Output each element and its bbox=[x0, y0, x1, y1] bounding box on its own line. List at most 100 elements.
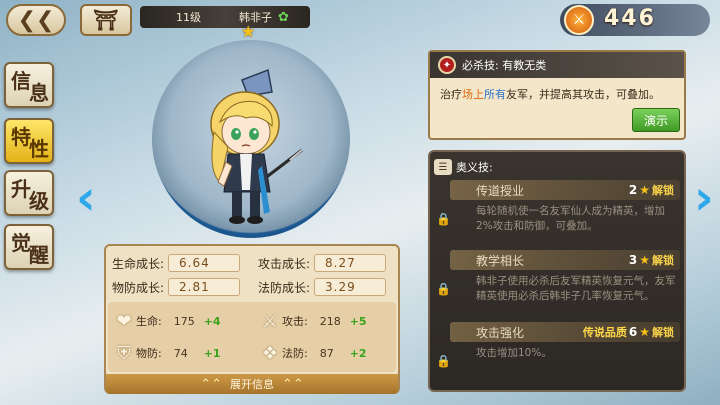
expand-info-button[interactable]: ⌃⌃ 展开信息 ⌃⌃ bbox=[106, 374, 398, 394]
unlock-label: 解锁 bbox=[652, 254, 674, 267]
hero-name-plate: 11级 韩非子 ✿ bbox=[140, 6, 310, 28]
unlock-quality-label: 传说品质 bbox=[582, 326, 627, 339]
tab-upgrade[interactable]: 升级 bbox=[4, 170, 54, 216]
attr-label: 法防: bbox=[282, 347, 308, 360]
unlock-star-count: 2 bbox=[628, 183, 638, 197]
attr-label: 攻击: bbox=[282, 315, 308, 328]
mystic-skill-title-bar: 教学相长 3 ★ 解锁 bbox=[450, 250, 680, 270]
previous-hero-arrow-icon[interactable]: ‹ bbox=[76, 168, 98, 228]
demo-button[interactable]: 演示 bbox=[632, 108, 680, 132]
crossed-swords-icon: ⚔ bbox=[564, 5, 594, 35]
attr-bonus: +5 bbox=[349, 314, 367, 328]
growth-atk-row: 攻击成长: 8.27 bbox=[258, 254, 387, 272]
chevron-up-icon: ⌃⌃ bbox=[200, 376, 222, 392]
attr-value: 175 bbox=[173, 314, 195, 328]
mystic-skill-description: 攻击增加10%。 bbox=[476, 347, 552, 359]
leaf-icon: ✿ bbox=[278, 9, 289, 25]
mystic-skill-title-bar: 攻击强化 传说品质 6 ★ 解锁 bbox=[450, 322, 680, 342]
lock-icon: 🔒 bbox=[436, 212, 451, 226]
attr-pdef-row: ⛨ 物防: 74 +1 bbox=[112, 342, 221, 364]
mystic-skills-title: 奥义技: bbox=[456, 161, 493, 174]
mystic-unlock-requirement: 传说品质 6 ★ 解锁 bbox=[583, 324, 674, 340]
tab-info-char2: 息 bbox=[29, 80, 49, 105]
growth-value: 3.29 bbox=[314, 278, 387, 296]
expand-info-label: 展开信息 bbox=[230, 378, 274, 391]
skill-desc-highlight: 所有 bbox=[484, 88, 506, 101]
growth-value: 2.81 bbox=[168, 278, 241, 296]
scroll-icon: ☰ bbox=[434, 159, 452, 175]
tab-info[interactable]: 信息 bbox=[4, 62, 54, 108]
currency-value: 446 bbox=[604, 6, 656, 31]
magic-shield-icon: ❖ bbox=[261, 342, 279, 364]
attr-label: 物防: bbox=[136, 347, 162, 360]
lock-icon: 🔒 bbox=[436, 282, 451, 296]
tab-traits-char2: 性 bbox=[29, 136, 49, 161]
growth-value: 6.64 bbox=[168, 254, 241, 272]
mystic-skills-header: ☰ 奥义技: bbox=[434, 156, 680, 178]
tab-traits-char1: 特 bbox=[11, 124, 31, 149]
attr-bonus: +2 bbox=[349, 346, 367, 360]
unlock-star-count: 6 bbox=[628, 325, 638, 339]
mystic-skill-item[interactable]: 攻击强化 传说品质 6 ★ 解锁 🔒 攻击增加10%。 bbox=[430, 320, 684, 390]
ultimate-skill-description: 治疗场上所有友军，并提高其攻击，可叠加。 bbox=[440, 86, 680, 103]
attr-atk-row: ⚔ 攻击: 218 +5 bbox=[258, 310, 367, 332]
star-icon: ★ bbox=[639, 253, 650, 267]
home-button[interactable]: ⛩ bbox=[80, 4, 132, 36]
home-icon: ⛩ bbox=[93, 8, 119, 32]
mystic-skill-item[interactable]: 传道授业 2 ★ 解锁 🔒 每轮随机使一名友军仙人成为精英，增加2%攻击和防御，… bbox=[430, 178, 684, 248]
growth-hp-row: 生命成长: 6.64 bbox=[112, 254, 241, 272]
stats-panel: 生命成长: 6.64 攻击成长: 8.27 物防成长: 2.81 法防成长: 3… bbox=[104, 244, 400, 394]
tab-info-char1: 信 bbox=[11, 68, 31, 93]
ultimate-skill-panel: ✦ 必杀技: 有教无类 治疗场上所有友军，并提高其攻击，可叠加。 演示 bbox=[428, 50, 686, 140]
unlock-label: 解锁 bbox=[652, 184, 674, 197]
tab-awaken[interactable]: 觉醒 bbox=[4, 224, 54, 270]
skill-icon: ✦ bbox=[438, 56, 456, 74]
sword-icon: ⚔ bbox=[261, 310, 279, 332]
attr-hp-row: ❤ 生命: 175 +4 bbox=[112, 310, 221, 332]
mystic-skill-name: 传道授业 bbox=[476, 183, 525, 198]
growth-mdef-row: 法防成长: 3.29 bbox=[258, 278, 387, 296]
ultimate-skill-header: ✦ 必杀技: 有教无类 bbox=[430, 52, 684, 78]
unlock-label: 解锁 bbox=[652, 326, 674, 339]
star-rating-icon: ★ bbox=[241, 22, 256, 41]
attr-value: 74 bbox=[173, 346, 188, 360]
attributes-area: ❤ 生命: 175 +4 ⚔ 攻击: 218 +5 ⛨ 物防: 74 +1 ❖ … bbox=[108, 302, 396, 372]
lock-icon: 🔒 bbox=[436, 354, 451, 368]
star-icon: ★ bbox=[639, 183, 650, 197]
top-bar: ❮❮ ⛩ 11级 韩非子 ✿ ★ ⚔ 446 bbox=[0, 0, 720, 41]
tab-awaken-char2: 醒 bbox=[29, 242, 49, 267]
attr-mdef-row: ❖ 法防: 87 +2 bbox=[258, 342, 367, 364]
currency-display: ⚔ 446 bbox=[560, 4, 710, 36]
mystic-unlock-requirement: 3 ★ 解锁 bbox=[629, 252, 674, 268]
growth-label: 物防成长: bbox=[112, 280, 165, 295]
hero-level: 11级 bbox=[176, 11, 201, 24]
unlock-star-count: 3 bbox=[628, 253, 638, 267]
growth-pdef-row: 物防成长: 2.81 bbox=[112, 278, 241, 296]
mystic-skill-name: 教学相长 bbox=[476, 253, 525, 268]
growth-label: 攻击成长: bbox=[258, 256, 311, 271]
attr-bonus: +1 bbox=[203, 346, 221, 360]
back-arrow-icon: ❮❮ bbox=[17, 7, 55, 33]
skill-desc-highlight: 场上 bbox=[462, 88, 484, 101]
next-hero-arrow-icon[interactable]: › bbox=[694, 168, 716, 228]
back-button[interactable]: ❮❮ bbox=[6, 4, 66, 36]
tab-traits[interactable]: 特性 bbox=[4, 118, 54, 164]
mystic-skill-item[interactable]: 教学相长 3 ★ 解锁 🔒 韩非子使用必杀后友军精英恢复元气，友军精英使用必杀后… bbox=[430, 248, 684, 318]
mystic-skill-title-bar: 传道授业 2 ★ 解锁 bbox=[450, 180, 680, 200]
attr-label: 生命: bbox=[136, 315, 162, 328]
attr-bonus: +4 bbox=[203, 314, 221, 328]
mystic-unlock-requirement: 2 ★ 解锁 bbox=[629, 182, 674, 198]
ultimate-skill-title: 必杀技: 有教无类 bbox=[462, 59, 547, 72]
attr-value: 218 bbox=[319, 314, 341, 328]
chevron-up-icon: ⌃⌃ bbox=[282, 376, 304, 392]
star-icon: ★ bbox=[639, 325, 650, 339]
tab-awaken-char1: 觉 bbox=[11, 230, 31, 255]
mystic-skill-description: 每轮随机使一名友军仙人成为精英，增加2%攻击和防御，可叠加。 bbox=[476, 205, 665, 232]
growth-label: 生命成长: bbox=[112, 256, 165, 271]
shield-icon: ⛨ bbox=[117, 342, 131, 364]
tab-upgrade-char1: 升 bbox=[11, 176, 31, 201]
heart-icon: ❤ bbox=[116, 310, 132, 332]
skill-desc-part: 友军，并提高其攻击，可叠加。 bbox=[506, 88, 660, 101]
mystic-skill-description: 韩非子使用必杀后友军精英恢复元气，友军精英使用必杀后韩非子几率恢复元气。 bbox=[476, 275, 676, 302]
mystic-skill-name: 攻击强化 bbox=[476, 325, 525, 340]
